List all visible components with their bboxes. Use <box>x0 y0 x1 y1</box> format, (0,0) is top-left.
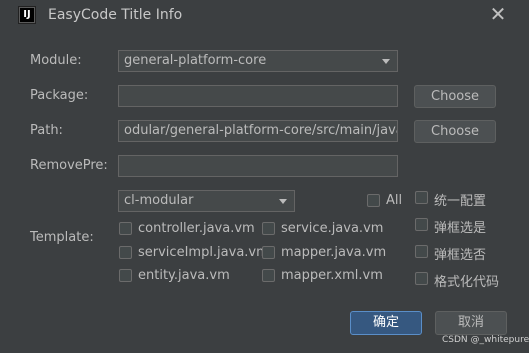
option-checkbox-format-code[interactable] <box>415 272 428 285</box>
template-label-controller: controller.java.vm <box>138 221 255 236</box>
template-label-mapper: mapper.java.vm <box>281 245 387 260</box>
template-checkbox-mapper-xml[interactable] <box>262 269 275 282</box>
option-label-dialog-no: 弹框选否 <box>434 248 487 263</box>
chevron-down-icon <box>279 199 287 204</box>
title-bar: IJ EasyCode Title Info ✕ <box>0 0 529 30</box>
template-checkbox-mapper[interactable] <box>262 246 275 259</box>
package-label: Package: <box>30 88 89 103</box>
all-checkbox[interactable] <box>367 194 380 207</box>
template-checkbox-service[interactable] <box>262 222 275 235</box>
path-choose-button[interactable]: Choose <box>414 120 496 143</box>
template-label-serviceimpl: serviceImpl.java.vm <box>138 245 269 260</box>
template-label: Template: <box>30 230 94 245</box>
dialog-title: EasyCode Title Info <box>48 7 183 23</box>
close-icon[interactable]: ✕ <box>488 4 508 24</box>
template-label-service: service.java.vm <box>281 221 384 236</box>
module-value: general-platform-core <box>124 53 267 68</box>
package-input[interactable] <box>118 85 398 107</box>
all-label: All <box>386 193 403 208</box>
watermark: CSDN @_whitepure <box>442 335 529 345</box>
template-group-select[interactable]: cl-modular <box>118 190 295 212</box>
option-checkbox-unified-config[interactable] <box>415 191 428 204</box>
option-checkbox-dialog-yes[interactable] <box>415 218 428 231</box>
option-checkbox-dialog-no[interactable] <box>415 245 428 258</box>
cancel-button[interactable]: 取消 <box>435 311 507 335</box>
chevron-down-icon <box>382 59 390 64</box>
module-select[interactable]: general-platform-core <box>118 50 398 72</box>
ok-button[interactable]: 确定 <box>350 311 422 335</box>
template-label-entity: entity.java.vm <box>138 268 230 283</box>
template-label-mapper-xml: mapper.xml.vm <box>281 268 383 283</box>
removepre-label: RemovePre: <box>30 158 108 173</box>
package-choose-button[interactable]: Choose <box>414 85 496 108</box>
template-checkbox-serviceimpl[interactable] <box>119 246 132 259</box>
path-label: Path: <box>30 123 63 138</box>
template-group-value: cl-modular <box>124 193 194 208</box>
option-label-unified-config: 统一配置 <box>434 194 487 209</box>
module-label: Module: <box>30 53 82 68</box>
option-label-dialog-yes: 弹框选是 <box>434 221 487 236</box>
removepre-input[interactable] <box>118 155 398 177</box>
template-checkbox-controller[interactable] <box>119 222 132 235</box>
option-label-format-code: 格式化代码 <box>434 275 500 290</box>
template-checkbox-entity[interactable] <box>119 269 132 282</box>
path-input[interactable]: odular/general-platform-core/src/main/ja… <box>118 120 398 142</box>
intellij-icon: IJ <box>18 6 36 24</box>
